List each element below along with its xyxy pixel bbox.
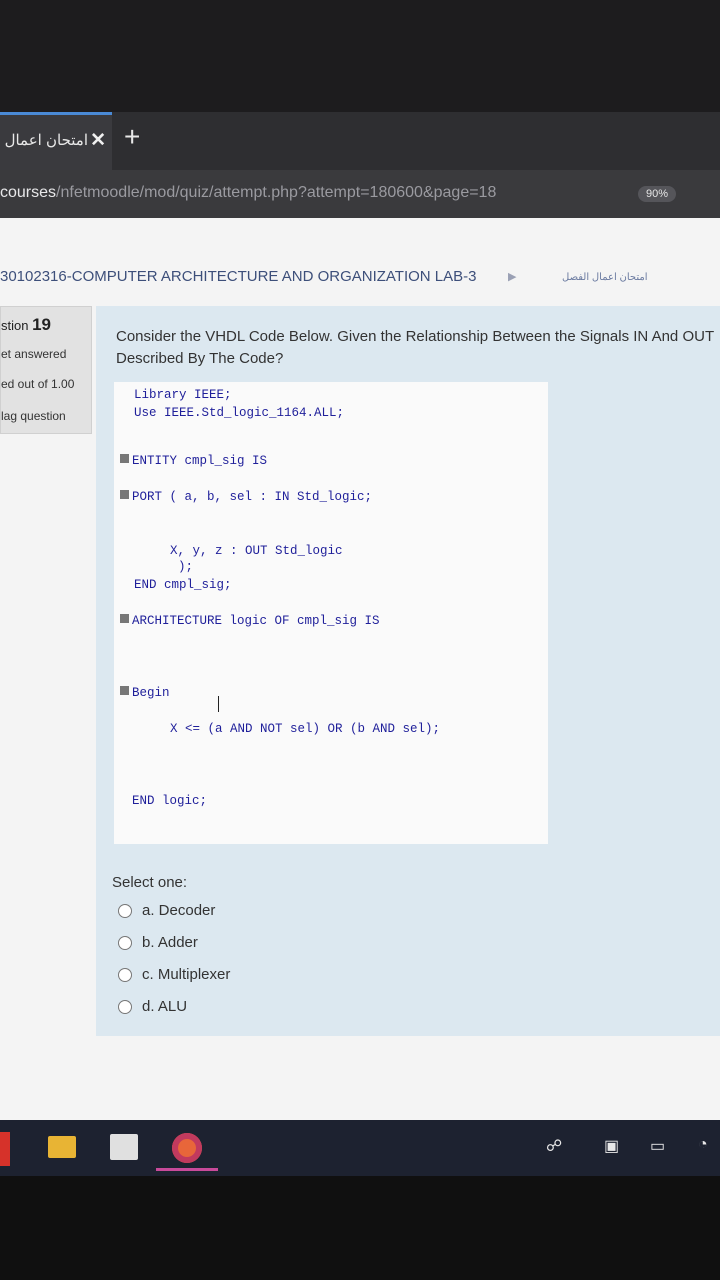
question-number: stion 19 xyxy=(1,315,51,335)
select-one-label: Select one: xyxy=(112,874,188,891)
tab-bar: امتحان اعمال ✕ + xyxy=(0,112,720,170)
code-line-text: ARCHITECTURE logic OF cmpl_sig IS xyxy=(132,614,380,628)
question-status: et answered xyxy=(1,347,67,361)
code-line: END logic; xyxy=(132,794,208,808)
question-number-label: stion xyxy=(1,318,29,333)
wifi-icon[interactable]: ◔ xyxy=(698,1136,708,1154)
browser-tab[interactable]: امتحان اعمال ✕ xyxy=(0,112,112,170)
question-number-value: 19 xyxy=(32,315,52,334)
code-line: X <= (a AND NOT sel) OR (b AND sel); xyxy=(170,722,441,736)
collapse-icon xyxy=(120,614,129,623)
active-app-indicator xyxy=(156,1168,218,1171)
radio-button[interactable] xyxy=(118,999,132,1014)
text-cursor xyxy=(218,696,219,712)
new-tab-button[interactable]: + xyxy=(124,123,140,151)
code-line: END cmpl_sig; xyxy=(134,578,232,592)
breadcrumb-quiz[interactable]: امتحان اعمال الفصل xyxy=(562,272,648,283)
page-content: 30102316-COMPUTER ARCHITECTURE AND ORGAN… xyxy=(0,218,720,1120)
answer-option-label[interactable]: d. ALU xyxy=(142,998,187,1015)
code-image: Library IEEE; Use IEEE.Std_logic_1164.AL… xyxy=(114,382,548,844)
file-explorer-icon[interactable] xyxy=(48,1136,76,1158)
code-line: PORT ( a, b, sel : IN Std_logic; xyxy=(120,490,372,504)
network-icon[interactable]: ▣ xyxy=(604,1136,619,1156)
screen-bezel xyxy=(0,0,720,112)
question-info-panel: stion 19 et answered ed out of 1.00 lag … xyxy=(0,306,92,434)
question-text-line: Consider the VHDL Code Below. Given the … xyxy=(116,328,715,345)
code-line: ARCHITECTURE logic OF cmpl_sig IS xyxy=(120,614,380,628)
answer-option-label[interactable]: b. Adder xyxy=(142,934,198,951)
code-line-text: PORT ( a, b, sel : IN Std_logic; xyxy=(132,490,373,504)
question-mark: ed out of 1.00 xyxy=(1,377,75,391)
tab-title: امتحان اعمال xyxy=(4,132,88,149)
radio-button[interactable] xyxy=(118,935,132,950)
collapse-icon xyxy=(120,686,129,695)
battery-icon[interactable]: ▭ xyxy=(650,1136,665,1156)
answer-option[interactable]: d. ALU xyxy=(118,998,187,1015)
address-bar[interactable]: courses/nfetmoodle/mod/quiz/attempt.php?… xyxy=(0,170,720,218)
code-line-text: Begin xyxy=(132,686,170,700)
code-line-text: ENTITY cmpl_sig IS xyxy=(132,454,268,468)
answer-option[interactable]: b. Adder xyxy=(118,934,198,951)
question-text-line: Described By The Code? xyxy=(116,350,284,367)
url-path: /nfetmoodle/mod/quiz/attempt.php?attempt… xyxy=(56,184,497,201)
code-line: ENTITY cmpl_sig IS xyxy=(120,454,267,468)
radio-button[interactable] xyxy=(118,903,132,918)
taskbar: ☍ ▣ ▭ ◔ xyxy=(0,1120,720,1176)
url-host: courses xyxy=(0,184,57,201)
code-line: Use IEEE.Std_logic_1164.ALL; xyxy=(134,406,345,420)
radio-button[interactable] xyxy=(118,967,132,982)
firefox-icon[interactable] xyxy=(172,1133,202,1163)
flag-question-link[interactable]: lag question xyxy=(1,409,66,423)
breadcrumb-separator-icon: ▶ xyxy=(508,271,517,283)
answer-option-label[interactable]: c. Multiplexer xyxy=(142,966,230,983)
question-text: Consider the VHDL Code Below. Given the … xyxy=(116,326,720,370)
code-line: Begin xyxy=(120,686,170,700)
url-text[interactable]: courses/nfetmoodle/mod/quiz/attempt.php?… xyxy=(0,184,496,202)
app-icon[interactable] xyxy=(0,1132,10,1166)
code-line: ); xyxy=(178,560,194,574)
code-line: X, y, z : OUT Std_logic xyxy=(170,544,343,558)
question-content: Consider the VHDL Code Below. Given the … xyxy=(96,306,720,1036)
collapse-icon xyxy=(120,454,129,463)
answer-option[interactable]: c. Multiplexer xyxy=(118,966,230,983)
store-icon[interactable] xyxy=(110,1134,138,1160)
collapse-icon xyxy=(120,490,129,499)
code-line: Library IEEE; xyxy=(134,388,232,402)
answer-option[interactable]: a. Decoder xyxy=(118,902,215,919)
answer-option-label[interactable]: a. Decoder xyxy=(142,902,215,919)
zoom-level[interactable]: 90% xyxy=(638,186,677,202)
people-icon[interactable]: ☍ xyxy=(546,1136,562,1156)
close-tab-icon[interactable]: ✕ xyxy=(90,129,106,152)
